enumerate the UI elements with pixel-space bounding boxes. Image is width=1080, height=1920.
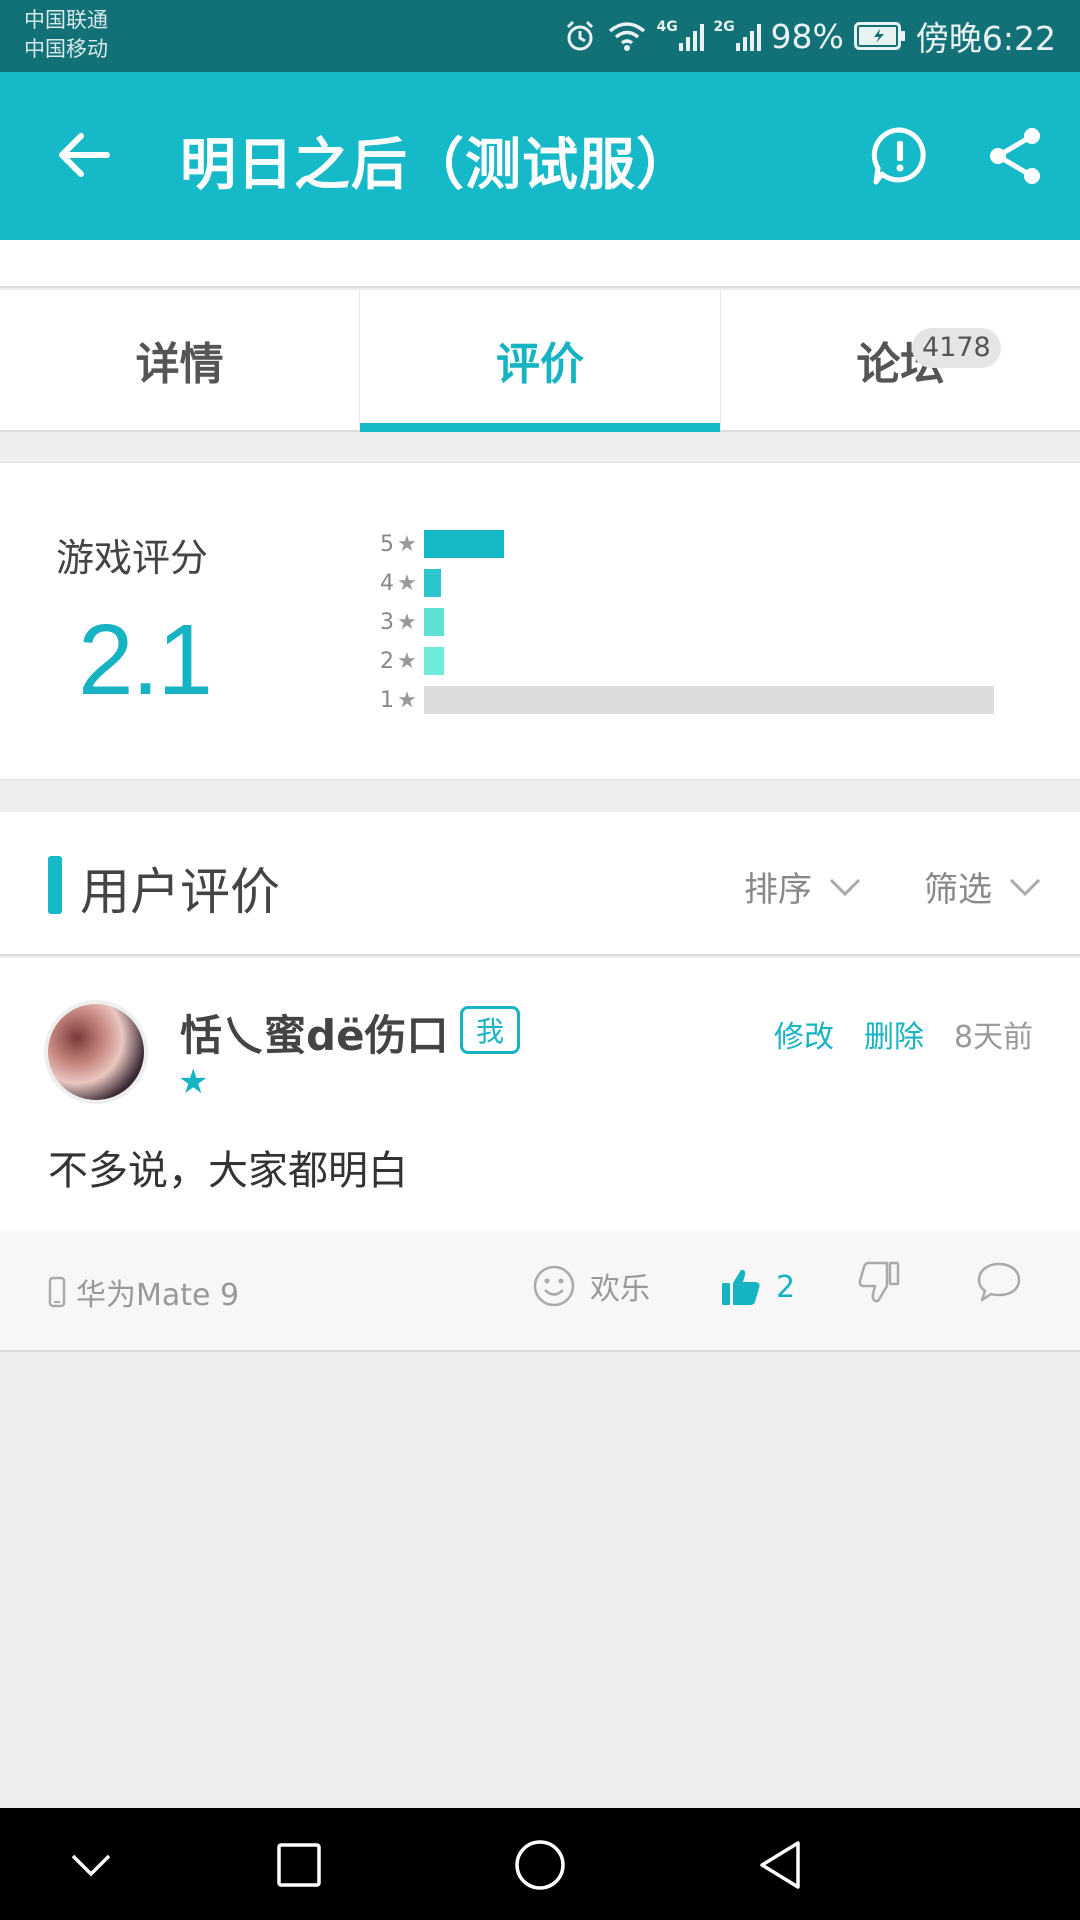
filter-button[interactable]: 筛选 <box>924 862 1042 911</box>
star-icon: ★ <box>397 570 417 596</box>
star-icon: ★ <box>397 687 417 713</box>
rating-row-label: 5 <box>380 531 394 557</box>
filter-label: 筛选 <box>924 870 992 910</box>
rating-row-label: 2 <box>380 648 394 674</box>
rating-bar <box>424 647 444 675</box>
review-section-header: 用户评价 排序 筛选 <box>0 812 1080 956</box>
chevron-down-icon <box>829 878 861 896</box>
sort-label: 排序 <box>744 870 812 910</box>
chevron-down-icon <box>1009 878 1041 896</box>
section-title: 用户评价 <box>80 863 280 921</box>
device-name: 华为Mate 9 <box>76 1278 240 1313</box>
square-icon <box>277 1843 321 1887</box>
rating-row-2-star: 2 ★ <box>378 644 998 678</box>
clock: 傍晚6:22 <box>915 19 1056 58</box>
like-count: 2 <box>776 1269 796 1305</box>
app-header: 明日之后（测试服） <box>0 72 1080 240</box>
forum-count-badge: 4178 <box>912 328 1001 368</box>
rating-bar-track <box>424 686 998 714</box>
triangle-back-icon <box>760 1841 800 1889</box>
review-footer: 华为Mate 9 欢乐 2 <box>0 1230 1080 1352</box>
signal-icon: 2G <box>713 19 761 51</box>
star-icon: ★ <box>397 648 417 674</box>
review-item: 恬乀蜜dë伤口 我 ★ 修改 删除 8天前 不多说，大家都明白 <box>0 958 1080 1230</box>
page-title: 明日之后（测试服） <box>180 133 693 198</box>
rating-label: 游戏评分 <box>56 536 209 580</box>
header-spacer <box>0 240 1080 288</box>
section-accent-bar <box>48 856 62 914</box>
network-type-label: 2G <box>713 19 735 35</box>
rating-row-4-star: 4 ★ <box>378 566 998 600</box>
rating-bar-track <box>424 608 998 636</box>
system-nav-bar <box>0 1808 1080 1920</box>
signal-icon: 4G <box>656 19 704 51</box>
back-button[interactable] <box>50 122 116 188</box>
edit-button[interactable]: 修改 <box>774 1012 834 1056</box>
report-button[interactable] <box>868 124 932 188</box>
rating-row-1-star: 1 ★ <box>378 683 998 717</box>
rating-bar-track <box>424 647 998 675</box>
tab-details[interactable]: 详情 <box>0 290 361 430</box>
nav-home-button[interactable] <box>505 1830 575 1900</box>
rating-row-label: 4 <box>380 570 394 596</box>
back-arrow-icon <box>59 133 110 177</box>
rating-bar-track <box>424 530 998 558</box>
circle-home-icon <box>515 1840 565 1890</box>
star-icon: ★ <box>397 609 417 635</box>
smiley-icon <box>533 1265 575 1307</box>
review-star-rating: ★ <box>178 1062 209 1102</box>
rating-row-label: 1 <box>380 687 394 713</box>
rating-bar <box>424 569 441 597</box>
network-type-label: 4G <box>656 19 678 35</box>
carrier-labels: 中国联通 中国移动 <box>24 6 108 64</box>
status-bar: 中国联通 中国移动 4G 2G 98% 傍晚6:22 <box>0 0 1080 72</box>
comment-icon <box>977 1262 1021 1302</box>
rating-row-3-star: 3 ★ <box>378 605 998 639</box>
nav-collapse-button[interactable] <box>56 1830 126 1900</box>
share-button[interactable] <box>984 124 1048 188</box>
review-time: 8天前 <box>954 1020 1034 1055</box>
rating-bar <box>424 608 444 636</box>
report-icon <box>871 127 926 185</box>
star-icon: ★ <box>397 531 417 557</box>
rating-bar <box>424 530 504 558</box>
username[interactable]: 恬乀蜜dë伤口 <box>180 1002 449 1063</box>
thumbs-down-icon <box>858 1261 900 1303</box>
me-badge: 我 <box>460 1006 520 1054</box>
phone-icon <box>48 1276 66 1308</box>
battery-percent: 98% <box>770 16 844 56</box>
tab-forum[interactable]: 论坛 <box>721 290 1080 430</box>
rating-bar-track <box>424 569 998 597</box>
like-button[interactable]: 2 <box>720 1266 795 1308</box>
thumbs-up-icon <box>722 1269 760 1305</box>
rating-row-5-star: 5 ★ <box>378 527 998 561</box>
carrier-2: 中国移动 <box>24 37 108 61</box>
alarm-icon <box>563 19 597 53</box>
nav-back-button[interactable] <box>745 1830 815 1900</box>
battery-icon <box>853 22 906 50</box>
rating-card: 游戏评分 2.1 5 ★ 4 ★ 3 ★ 2 ★ 1 ★ <box>0 462 1080 780</box>
share-icon <box>990 128 1040 184</box>
delete-button[interactable]: 删除 <box>864 1012 924 1056</box>
wifi-icon <box>607 20 647 52</box>
carrier-1: 中国联通 <box>24 8 108 32</box>
chevron-down-icon <box>71 1854 111 1877</box>
mood-button[interactable]: 欢乐 <box>532 1264 650 1308</box>
avatar[interactable] <box>44 1000 148 1104</box>
review-text: 不多说，大家都明白 <box>48 1148 408 1194</box>
mood-label: 欢乐 <box>590 1272 650 1307</box>
rating-row-label: 3 <box>380 609 394 635</box>
nav-recents-button[interactable] <box>264 1830 334 1900</box>
rating-bar <box>424 686 994 714</box>
tab-reviews[interactable]: 评价 <box>360 290 721 432</box>
status-icons: 4G 2G 98% 傍晚6:22 <box>563 0 1056 72</box>
device-info: 华为Mate 9 <box>48 1270 239 1314</box>
sort-button[interactable]: 排序 <box>744 862 862 911</box>
comment-button[interactable] <box>976 1260 1022 1308</box>
rating-score: 2.1 <box>78 604 213 716</box>
dislike-button[interactable] <box>856 1260 900 1310</box>
